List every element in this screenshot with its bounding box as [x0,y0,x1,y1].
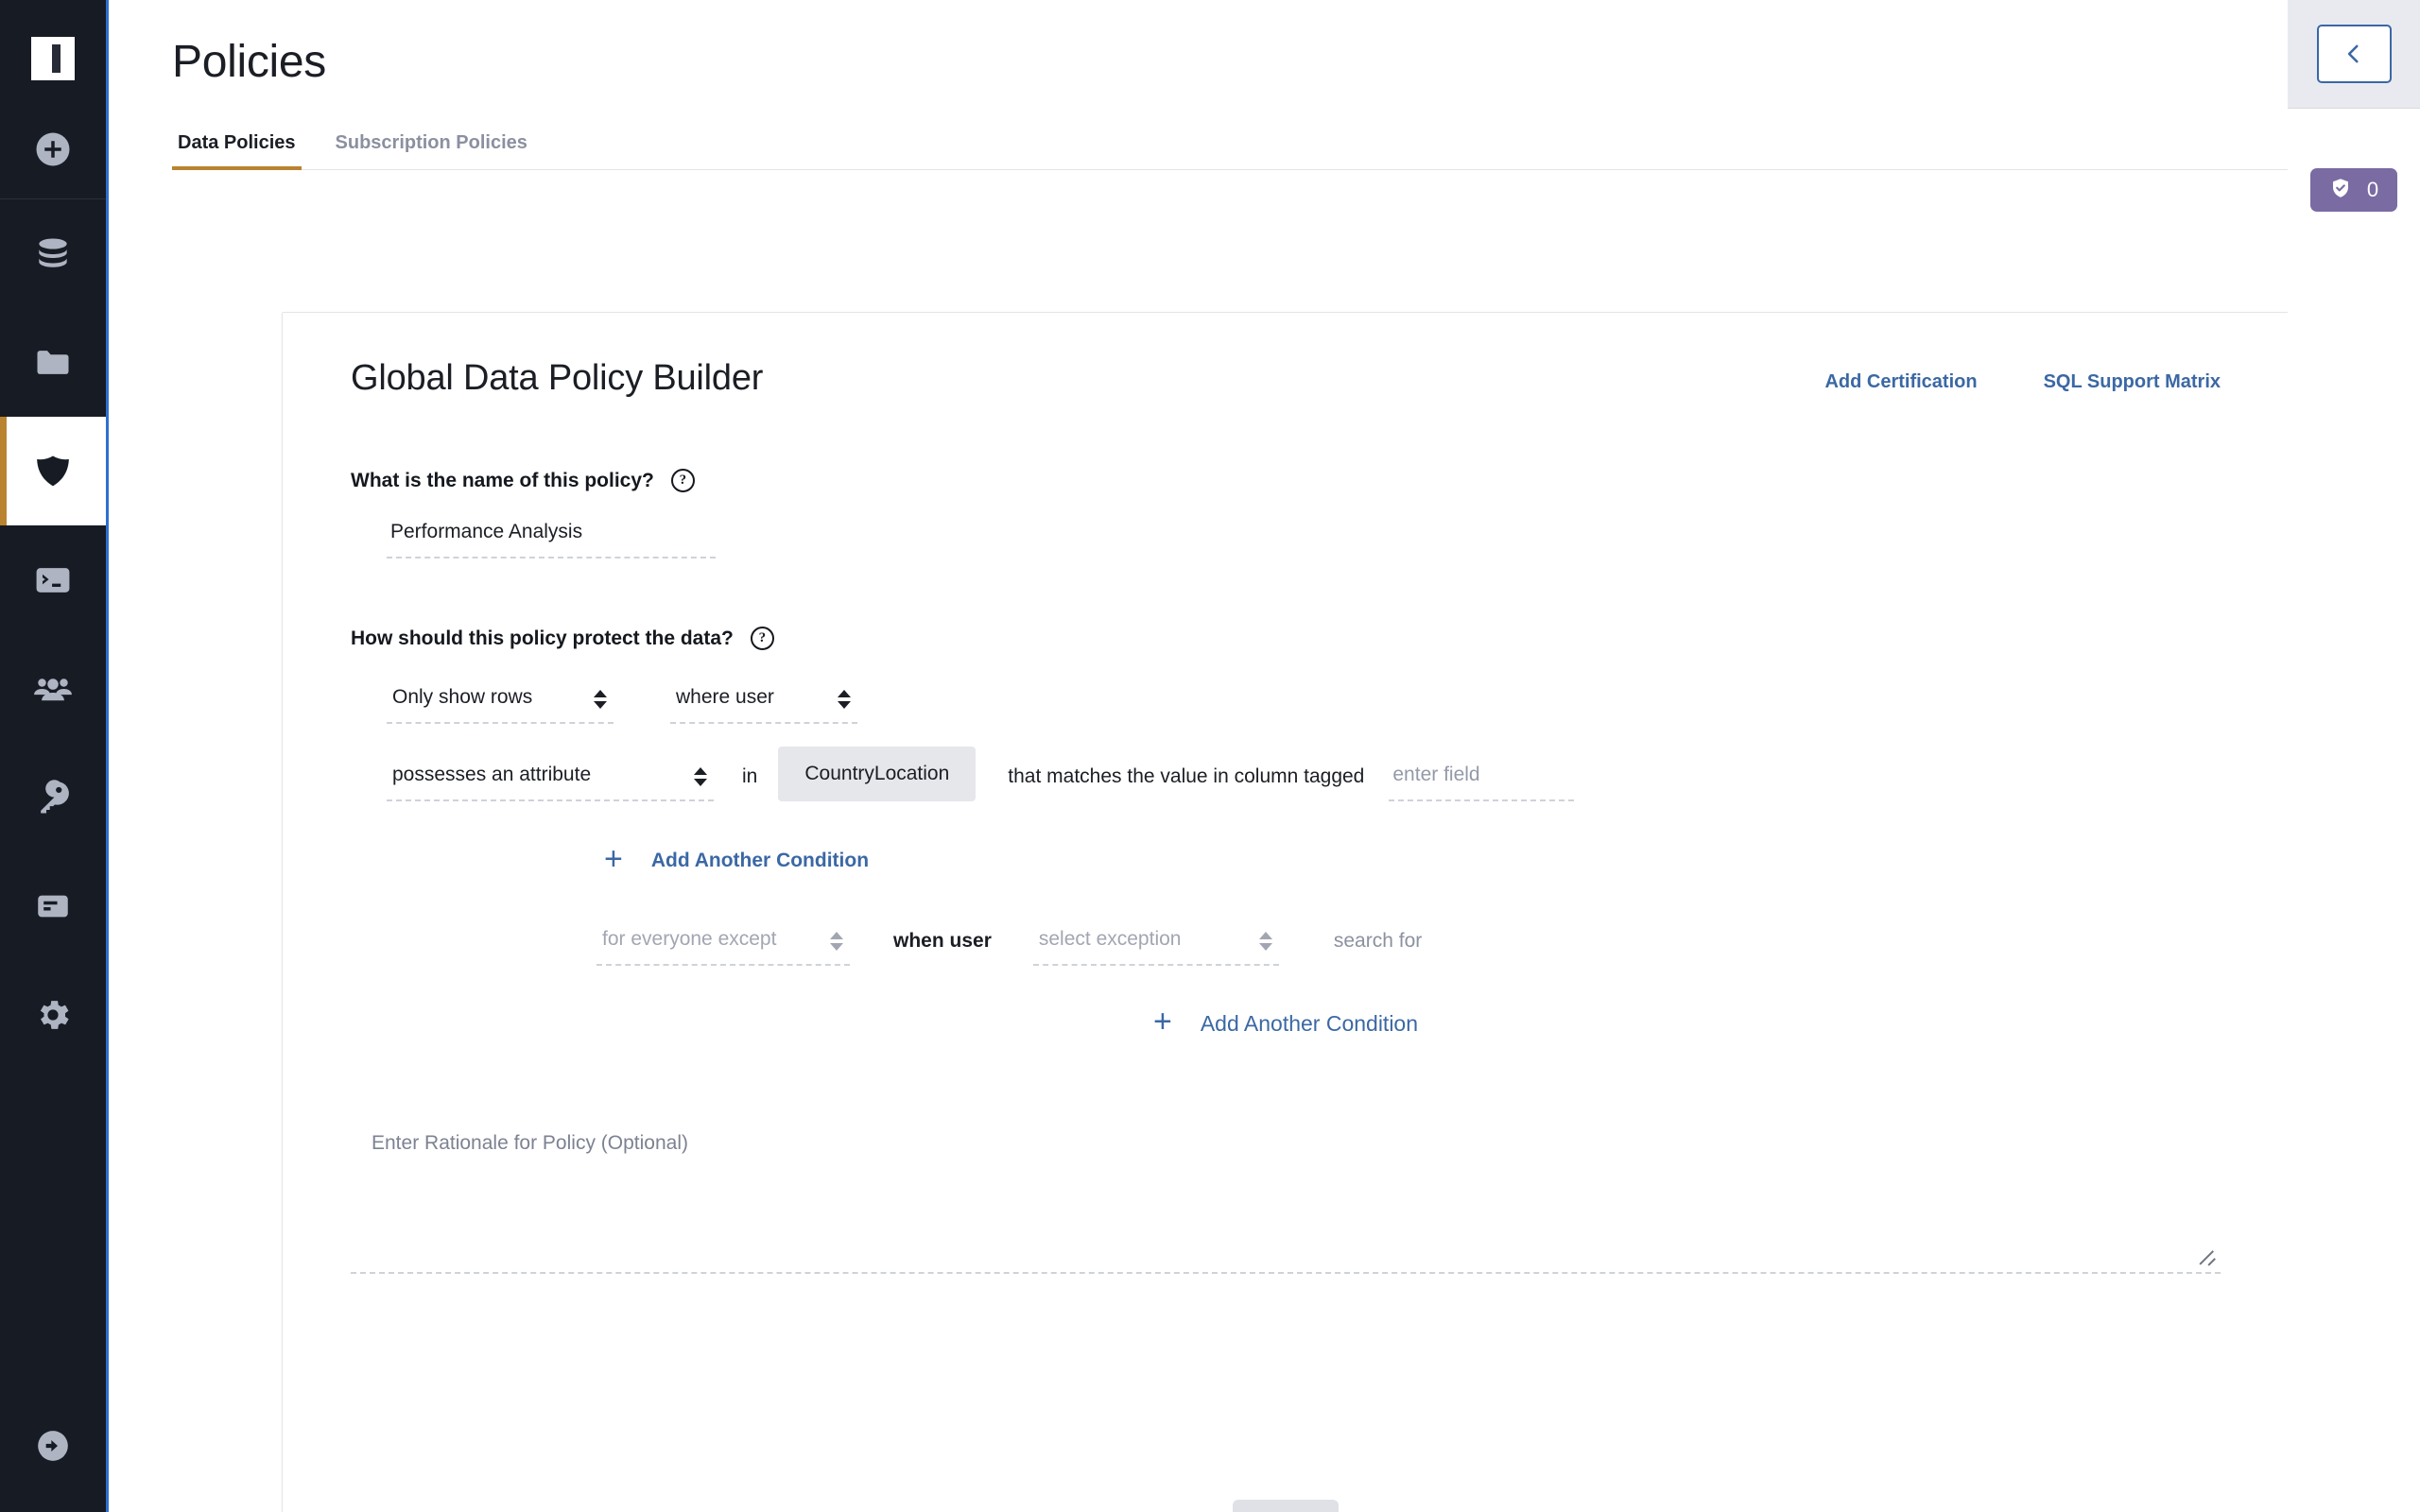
folder-icon [32,342,74,384]
sidebar-item-settings[interactable] [0,960,106,1069]
resize-handle-icon[interactable] [2200,1249,2217,1266]
card-header: Global Data Policy Builder Add Certifica… [283,313,2289,399]
add-another-condition-button-1[interactable]: + Add Another Condition [604,841,870,877]
exception-row: for everyone except when user select exc… [351,926,2221,966]
app-logo[interactable] [0,13,106,104]
tab-data-policies[interactable]: Data Policies [172,132,302,170]
add-another-condition-label: Add Another Condition [1200,1010,1419,1036]
shield-check-icon [2329,176,2352,205]
add-certification-link[interactable]: Add Certification [1824,371,1977,393]
exception-type-select[interactable]: select exception [1032,926,1279,966]
exception-scope-select[interactable]: for everyone except [596,926,850,966]
sidebar-item-users[interactable] [0,634,106,743]
policy-name-question: What is the name of this policy? ? [351,469,2221,492]
main-content: Policies Data Policies Subscription Poli… [109,0,2420,1512]
status-badge-count: 0 [2366,178,2379,201]
policy-protect-question: How should this policy protect the data?… [351,627,2221,650]
database-icon [32,233,74,275]
plus-icon: + [604,841,623,877]
logout-icon [34,1427,72,1465]
terminal-icon [32,559,74,601]
sidebar-bottom-group [0,1400,106,1512]
rationale-placeholder: Enter Rationale for Policy (Optional) [372,1132,688,1154]
sidebar-item-reports[interactable] [0,851,106,960]
gear-icon [33,995,73,1035]
subject-select[interactable]: where user [670,684,857,724]
policy-name-question-label: What is the name of this policy? [351,469,654,491]
status-badge[interactable]: 0 [2309,168,2398,212]
sql-support-matrix-link[interactable]: SQL Support Matrix [2044,371,2221,393]
add-another-condition-wrap-2: + Add Another Condition [351,1004,2221,1040]
plus-icon: + [1152,1004,1172,1040]
rail-badge-wrap: 0 [2288,168,2420,212]
rationale-textarea[interactable]: Enter Rationale for Policy (Optional) [351,1123,2221,1274]
attribute-chip[interactable]: CountryLocation [778,747,977,801]
chevron-updown-icon [593,687,608,712]
add-another-condition-label: Add Another Condition [650,850,870,871]
policy-name-input[interactable]: Performance Analysis [387,521,716,558]
policy-builder-card: Global Data Policy Builder Add Certifica… [282,312,2290,1512]
page-title: Policies [172,37,326,87]
key-icon [32,777,74,818]
help-icon[interactable]: ? [670,469,695,492]
left-sidebar [0,0,109,1512]
form-section: What is the name of this policy? ? Perfo… [283,469,2289,1040]
add-another-condition-button-2[interactable]: + Add Another Condition [1152,1004,1419,1040]
shield-icon [31,450,75,493]
sidebar-item-data-sources[interactable] [0,199,106,308]
exception-scope-value: for everyone except [602,928,777,950]
chevron-updown-icon [693,765,708,789]
match-text-label: that matches the value in column tagged [1008,765,1365,787]
app-logo-icon [31,37,75,80]
sidebar-item-projects[interactable] [0,308,106,417]
card-title: Global Data Policy Builder [351,358,764,398]
condition-row-primary: Only show rows where user [351,684,2221,724]
right-rail: 0 [2288,0,2420,1512]
card-actions: Add Certification SQL Support Matrix [1824,358,2221,393]
sidebar-top-group [0,0,106,199]
sidebar-item-logout[interactable] [0,1400,106,1491]
exception-type-value: select exception [1038,928,1182,950]
subject-select-value: where user [676,686,774,708]
sidebar-item-query-editor[interactable] [0,525,106,634]
report-icon [33,886,73,926]
collapse-panel-button[interactable] [2316,25,2392,83]
when-user-label: when user [893,930,992,952]
chevron-updown-icon [829,929,844,954]
plus-circle-icon [33,129,73,169]
tab-bar: Data Policies Subscription Policies [172,126,2386,170]
app-root: Policies Data Policies Subscription Poli… [0,0,2420,1512]
action-select-value: Only show rows [392,686,533,708]
condition-row-predicate: possesses an attribute in CountryLocatio… [351,747,2221,801]
policy-protect-question-label: How should this policy protect the data? [351,627,734,649]
in-label: in [742,765,758,787]
chevron-updown-icon [1258,929,1273,954]
users-icon [31,667,75,711]
predicate-select[interactable]: possesses an attribute [387,762,714,801]
search-for-label: search for [1333,930,1423,952]
condition-builder: Only show rows where user possesses an a… [351,684,2221,1040]
chevron-updown-icon [837,687,852,712]
chevron-left-icon [2342,42,2366,66]
sidebar-item-access-keys[interactable] [0,743,106,851]
action-select[interactable]: Only show rows [387,684,614,724]
help-icon[interactable]: ? [750,627,774,650]
field-input[interactable]: enter field [1389,764,1575,801]
right-rail-header [2288,0,2420,109]
sidebar-item-policies[interactable] [0,417,106,525]
predicate-select-value: possesses an attribute [392,764,592,785]
submit-button[interactable] [1233,1500,1339,1512]
tab-subscription-policies[interactable]: Subscription Policies [330,132,533,170]
sidebar-item-add-new[interactable] [0,104,106,195]
